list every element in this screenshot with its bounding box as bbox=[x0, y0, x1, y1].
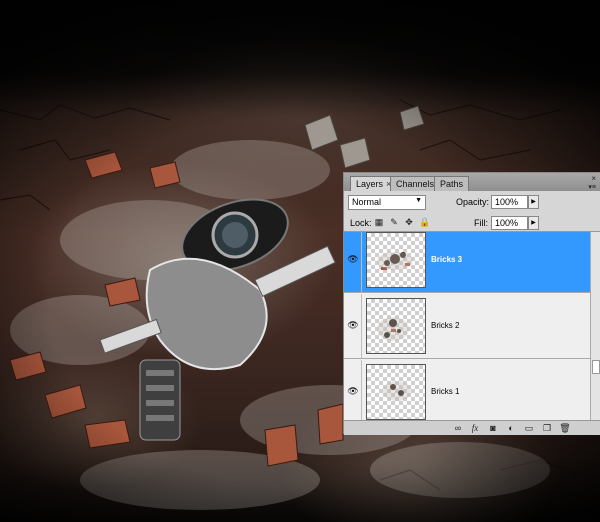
tab-paths-label: Paths bbox=[440, 179, 464, 189]
new-group-icon[interactable]: ▭ bbox=[523, 422, 535, 434]
eye-icon[interactable]: 👁 bbox=[347, 385, 359, 397]
scrollbar-thumb[interactable] bbox=[592, 360, 600, 374]
layer-row-bricks-1[interactable]: 👁 Bricks 1 bbox=[344, 360, 590, 420]
tab-layers-label: Layers bbox=[356, 179, 384, 189]
opacity-field[interactable]: 100% bbox=[491, 195, 528, 209]
blend-mode-select[interactable]: Normal ▼ bbox=[348, 195, 426, 210]
fill-slider-toggle-icon[interactable]: ▶ bbox=[528, 216, 539, 230]
layer-name[interactable]: Bricks 1 bbox=[431, 387, 459, 396]
trash-icon[interactable]: 🗑 bbox=[559, 422, 571, 434]
lock-transparent-pixels-icon[interactable]: ▦ bbox=[374, 217, 384, 227]
new-layer-icon[interactable]: ❐ bbox=[541, 422, 553, 434]
opacity-slider-toggle-icon[interactable]: ▶ bbox=[528, 195, 539, 209]
layers-bottom-toolbar: ∞ fx ◙ ◐ ▭ ❐ 🗑 bbox=[344, 420, 600, 435]
blend-mode-value: Normal bbox=[352, 197, 382, 207]
eye-icon[interactable]: 👁 bbox=[347, 319, 359, 331]
tab-channels-label: Channels bbox=[396, 179, 435, 189]
lock-all-icon[interactable]: 🔒 bbox=[419, 217, 430, 227]
fx-icon[interactable]: fx bbox=[469, 422, 481, 434]
layer-row-bricks-2[interactable]: 👁 Bricks 2 bbox=[344, 294, 590, 359]
layer-thumbnail bbox=[366, 298, 426, 354]
lock-fill-row: Lock: ▦ ✎ ✥ 🔒 Fill: 100% ▶ bbox=[344, 214, 600, 232]
blend-opacity-row: Normal ▼ Opacity: 100% ▶ bbox=[344, 192, 600, 214]
adjustment-layer-icon[interactable]: ◐ bbox=[505, 422, 517, 434]
eye-icon[interactable]: 👁 bbox=[347, 253, 359, 265]
lock-image-pixels-icon[interactable]: ✎ bbox=[389, 217, 399, 227]
fill-field[interactable]: 100% bbox=[491, 216, 528, 230]
panel-menu-icon[interactable]: ▾≡ bbox=[588, 183, 596, 191]
tab-channels[interactable]: Channels bbox=[390, 176, 441, 191]
layer-thumbnail bbox=[366, 232, 426, 288]
lock-position-icon[interactable]: ✥ bbox=[404, 217, 414, 227]
opacity-label: Opacity: bbox=[456, 197, 490, 207]
layer-thumbnail bbox=[366, 364, 426, 420]
tab-paths[interactable]: Paths bbox=[434, 176, 470, 191]
layers-scrollbar[interactable] bbox=[590, 232, 600, 420]
layers-panel: Layers × Channels Paths × ▾≡ Normal ▼ Opa… bbox=[343, 172, 600, 435]
fill-label: Fill: bbox=[474, 218, 488, 228]
layer-mask-icon[interactable]: ◙ bbox=[487, 422, 499, 434]
panel-tab-bar: Layers × Channels Paths × ▾≡ bbox=[344, 173, 600, 191]
layers-list: 👁 Bricks 3 👁 Bricks 2 👁 Bricks 1 bbox=[344, 232, 590, 420]
layer-name[interactable]: Bricks 3 bbox=[431, 255, 462, 264]
link-layers-icon[interactable]: ∞ bbox=[452, 422, 464, 434]
layer-row-bricks-3[interactable]: 👁 Bricks 3 bbox=[344, 232, 590, 293]
chevron-down-icon: ▼ bbox=[415, 197, 422, 204]
lock-label: Lock: bbox=[350, 218, 372, 228]
layer-name[interactable]: Bricks 2 bbox=[431, 321, 459, 330]
panel-close-icon[interactable]: × bbox=[591, 174, 596, 183]
